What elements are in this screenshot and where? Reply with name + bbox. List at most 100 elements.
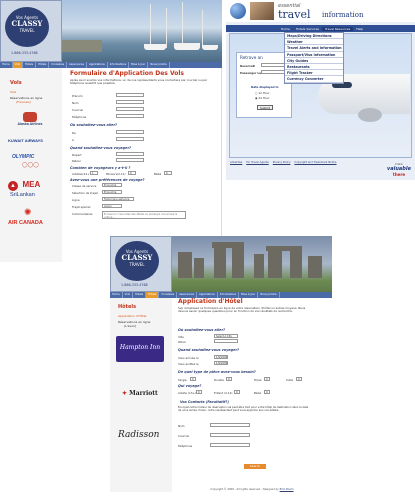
label-children: Enfant (2-12) — [214, 391, 233, 395]
children-select[interactable]: 0 — [234, 390, 240, 394]
menu-item-passport[interactable]: Passport/Visa Information — [285, 51, 343, 58]
footer-agents[interactable]: For Travel Agents — [246, 161, 268, 164]
label-to: À — [72, 138, 74, 142]
logo-sub-text: TRAVEL — [129, 262, 145, 267]
travel-nav-home[interactable]: Home — [278, 27, 293, 31]
travel-info-page: essential travel information Home Hotels… — [226, 0, 415, 180]
question-preferences: Avez-vous une préférences de voyage? — [70, 178, 145, 182]
airline-logo-mea[interactable]: ▲ MEA — [8, 174, 40, 192]
footer-copyright[interactable]: Copyright and Trademark Notice — [294, 161, 336, 164]
sidebar-link-hotel-app[interactable]: Application d'Hôtel — [118, 314, 146, 318]
search-button[interactable]: Search — [244, 464, 266, 469]
departure-input[interactable] — [116, 152, 144, 156]
airline-name: Alaska Airlines — [17, 122, 43, 126]
to-input[interactable] — [116, 137, 144, 141]
airline-select[interactable]: Toute ligne aérienne — [102, 197, 134, 201]
menu-item-alerts[interactable]: Travel Alerts and Information — [285, 45, 343, 52]
class-select[interactable]: Économie — [102, 183, 122, 187]
radisson-logo[interactable]: Radisson — [118, 430, 159, 440]
harbor-photo — [62, 0, 222, 62]
minors-select[interactable]: 0 — [128, 171, 136, 175]
travel-nav-resources[interactable]: Travel Resources — [321, 26, 354, 31]
travel-nav-hotel-services[interactable]: Hotels Services — [293, 27, 322, 31]
menu-item-currency[interactable]: Currency Converter — [285, 76, 343, 83]
footer-advertise[interactable]: Advertise — [230, 161, 242, 164]
airline-logo-alaska[interactable]: Alaska Airlines — [10, 112, 50, 126]
special-select[interactable]: Aucun — [102, 204, 122, 208]
phone-input[interactable] — [210, 443, 250, 447]
label-email: Courriel — [72, 108, 83, 112]
site-logo[interactable]: Vos Agents CLASSY TRAVEL 1-866-333-4768 — [0, 0, 62, 62]
panel-title: Retrave an — [240, 55, 263, 60]
label-from: De — [72, 131, 76, 135]
marriott-logo[interactable]: ✦ Marriott — [122, 390, 158, 397]
first-name-input[interactable] — [116, 93, 144, 97]
infants-select[interactable]: 0 — [264, 390, 270, 394]
label-departure: Départ — [72, 153, 82, 157]
label-phone: Téléphone — [178, 444, 193, 448]
airline-logo-srilankan[interactable]: SriLankan — [10, 192, 35, 198]
nav-contact[interactable]: Nous joindre — [148, 62, 170, 68]
question-destination: Où souhaitez-vous aller? — [178, 328, 226, 332]
airline-logo-olympic[interactable]: OLYMPIC — [12, 154, 34, 160]
site-logo[interactable]: Vos Agents CLASSY TRAVEL 1-866-333-4768 — [110, 236, 172, 292]
nav-insurance[interactable]: Assurances — [67, 62, 87, 68]
nav-update[interactable]: Mise à jour — [129, 62, 149, 68]
sidebar-link-flights[interactable]: Vols — [10, 90, 16, 94]
footer-privacy[interactable]: Privacy Policy — [273, 161, 291, 164]
last-name-input[interactable] — [116, 100, 144, 104]
checkin-input[interactable]: 1/9/2009 — [214, 355, 228, 359]
form-intro: Svp remplissez ce formulaire en ligne de… — [178, 306, 306, 314]
radio-24h[interactable]: ◉ 24 Hour — [255, 96, 270, 100]
suite-select[interactable]: 0 — [296, 377, 302, 381]
infants-select[interactable]: 0 — [164, 171, 172, 175]
brand-name: Hampton Inn — [119, 344, 161, 351]
email-input[interactable] — [116, 107, 144, 111]
return-input[interactable] — [116, 158, 144, 162]
question-travelers: Combien de voyageurs y a-t-il ? — [70, 166, 131, 170]
logo-brand: CLASSY — [11, 19, 43, 28]
question-dates: Quand souhaitez-vous voyager? — [70, 146, 132, 150]
label-email: Courriel — [178, 434, 189, 438]
adults-select[interactable]: 0 — [196, 390, 202, 394]
city-select[interactable]: Select A City — [214, 334, 238, 338]
nav-applications[interactable]: Applications — [87, 62, 108, 68]
airline-name: MEA — [22, 180, 41, 189]
sidebar-link-note[interactable]: (L'avoir) — [124, 324, 136, 328]
email-input[interactable] — [210, 433, 250, 437]
checkout-input[interactable]: 1/9/2009 — [214, 361, 228, 365]
radio-12h[interactable]: ○ 12 Hour — [255, 91, 270, 95]
single-select[interactable]: 0 — [190, 377, 196, 381]
airline-logo-aircanada[interactable]: AIR CANADA — [8, 220, 43, 226]
adults-select[interactable]: 1 — [90, 171, 98, 175]
label-date-format: Date displayed in — [251, 85, 279, 89]
label-infants: Bébé — [254, 391, 262, 395]
hampton-inn-logo[interactable]: Hampton Inn — [116, 336, 164, 362]
sidebar: Hôtels Application d'Hôtel Réservations … — [110, 298, 172, 492]
footer-designer-link[interactable]: Emo Room — [280, 488, 294, 491]
triple-select[interactable]: 0 — [264, 377, 270, 381]
airline-logo-kuwait[interactable]: KUWAIT AIRWAYS — [8, 138, 43, 143]
sidebar-link-french[interactable]: (Francais) — [16, 100, 31, 104]
comments-hint: Écrivez en 7 secondes des détails ou pré… — [104, 213, 178, 220]
label-checkout: Vous quittez le — [178, 362, 199, 366]
phone-input[interactable] — [116, 114, 144, 118]
trip-select[interactable]: Économie — [102, 190, 122, 194]
label-last-name: Nom — [72, 101, 79, 105]
hotel-page: Vos Agents CLASSY TRAVEL 1-866-333-4768 … — [110, 236, 332, 500]
valuable-badge[interactable]: Data valuable there — [386, 162, 412, 177]
flight-page: Vos Agents CLASSY TRAVEL 1-866-333-4768 … — [0, 0, 222, 262]
from-input[interactable] — [116, 130, 144, 134]
globe-icon — [230, 3, 246, 19]
name-input[interactable] — [210, 423, 250, 427]
other-city-input[interactable] — [214, 339, 238, 343]
double-select[interactable]: 0 — [226, 377, 232, 381]
submit-button[interactable]: Submit — [257, 105, 273, 110]
hotel-footer: Copyright © 2009 · All rights reserved ·… — [172, 488, 332, 491]
cedar-icon: ▲ — [8, 181, 18, 191]
comments-textarea[interactable]: Écrivez en 7 secondes des détails ou pré… — [102, 211, 186, 219]
logo-phone: 1-866-333-4768 — [121, 283, 148, 287]
travel-nav-help[interactable]: Help — [353, 27, 366, 31]
nav-info[interactable]: Informations — [108, 62, 130, 68]
sidebar-title: Hôtels — [118, 304, 137, 310]
